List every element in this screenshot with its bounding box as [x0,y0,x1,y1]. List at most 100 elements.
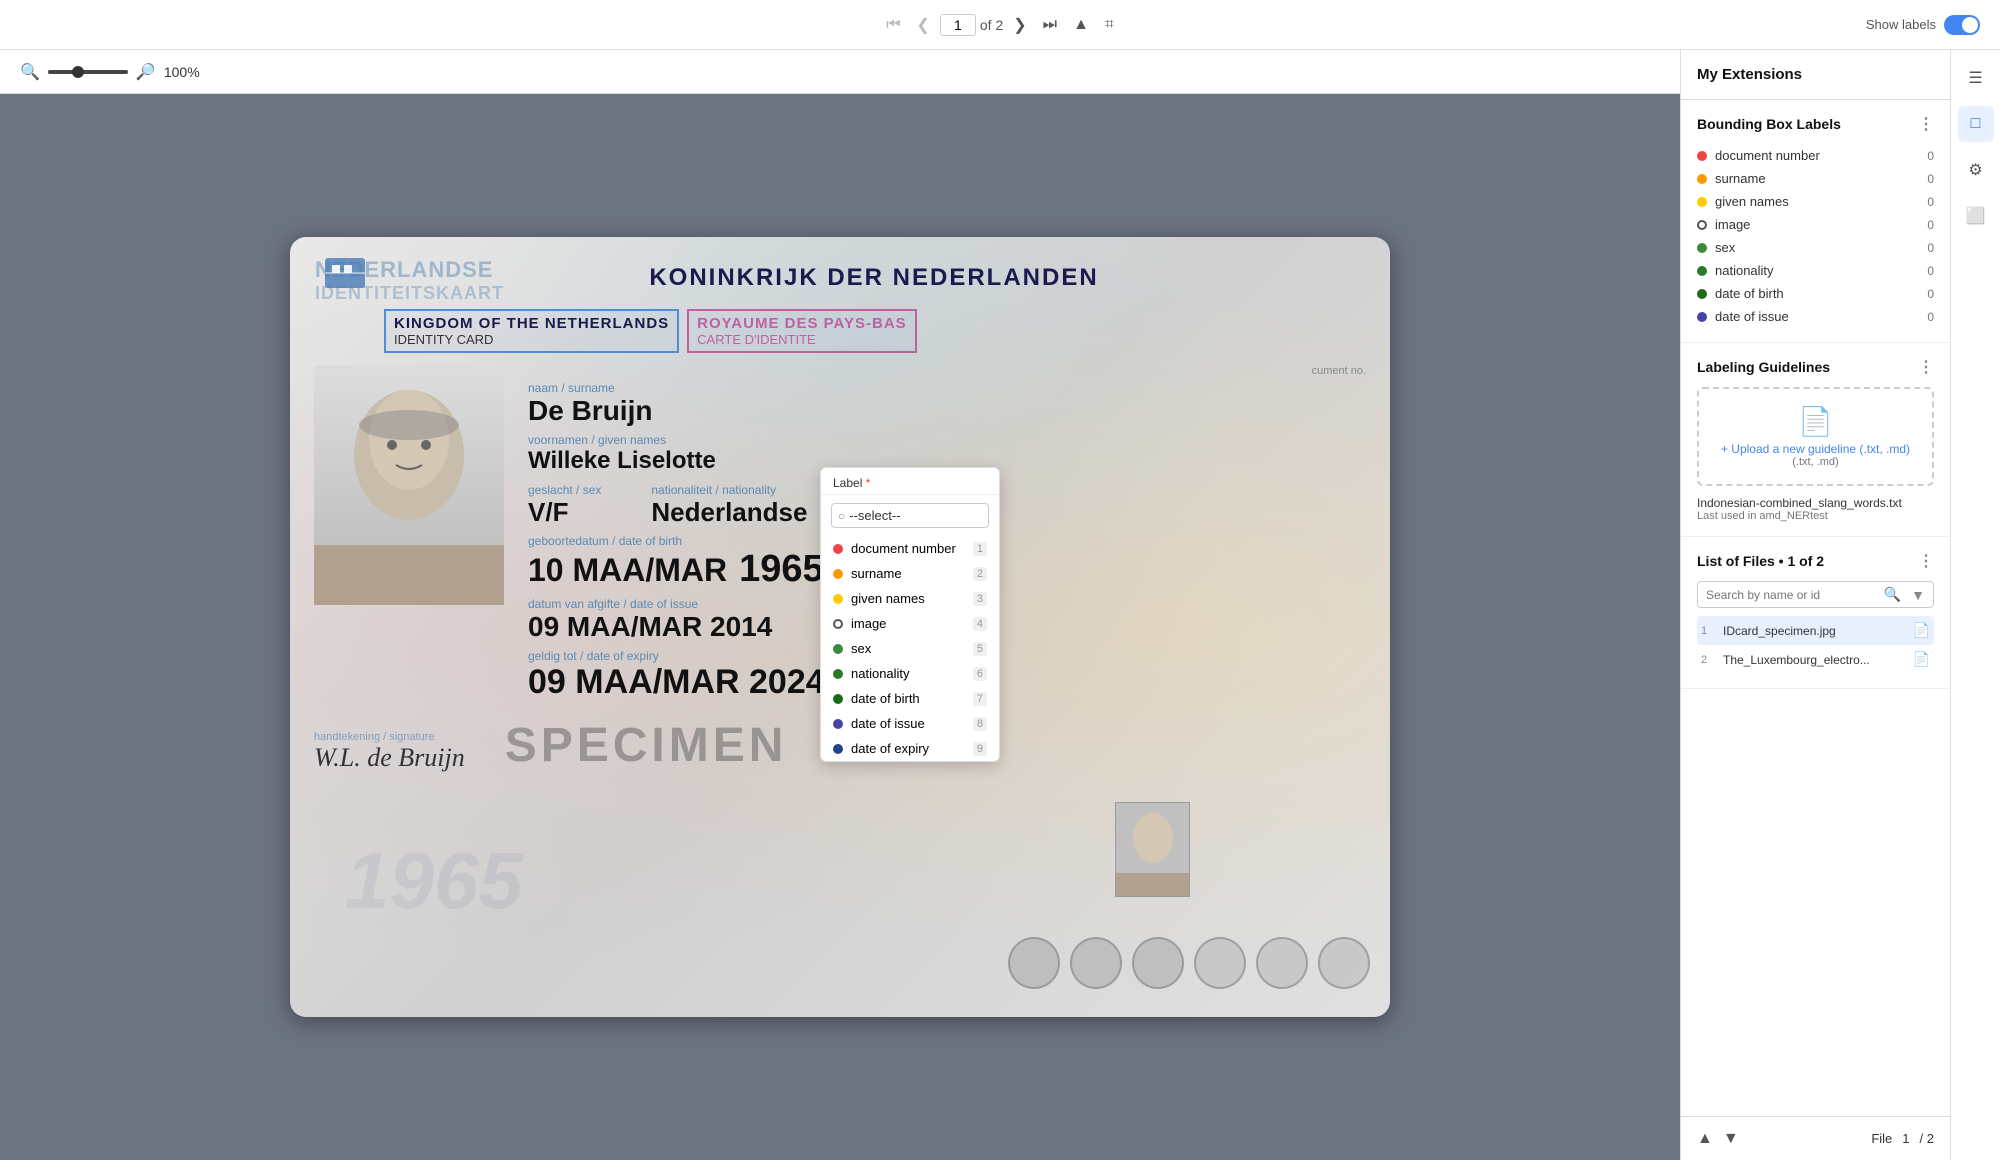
label-search-box: ○ [831,503,989,528]
bbox-title: Bounding Box Labels ⋮ [1697,114,1934,134]
label-name-given-names: given names [1715,194,1789,209]
popup-label-text: Label [833,476,862,490]
option-given-names[interactable]: given names 3 [821,586,999,611]
doc-no-area: cument no. [528,365,1366,377]
label-search-input[interactable] [849,508,982,523]
prev-page-button[interactable]: ❮ [910,11,935,39]
files-section-title: List of Files • 1 of 2 [1697,553,1824,569]
zoom-in-icon[interactable]: 🔎 [136,62,156,82]
page-number-input[interactable] [940,14,976,36]
files-menu-icon[interactable]: ⋮ [1918,551,1934,571]
file-icon-2: 📄 [1913,651,1930,668]
shortcut-5: 5 [973,642,987,656]
dot-image [833,619,843,629]
subtitle-fr: CARTE D'IDENTITE [697,332,907,347]
right-sidebar: ☰ □ ⚙ ⬜ [1950,50,2000,1160]
option-date-of-issue[interactable]: date of issue 8 [821,711,999,736]
shortcut-8: 8 [973,717,987,731]
next-page-button[interactable]: ❯ [1007,11,1032,39]
id-card: NEDERLANDSE IDENTITEITSKAART 1965 [290,237,1390,1017]
label-name-surname: surname [1715,171,1766,186]
security-circle-3 [1132,937,1184,989]
count-image: 0 [1927,218,1934,232]
extensions-title: My Extensions [1697,66,1802,83]
option-nationality[interactable]: nationality 6 [821,661,999,686]
surname-field: naam / surname De Bruijn [528,381,1366,427]
layout-button[interactable]: ⌗ [1099,12,1120,38]
nat-value: Nederlandse [651,497,807,528]
main-area: 🔍 🔎 100% NEDERLANDSE IDENTITEITSKAART 19… [0,50,2000,1160]
file-item-1[interactable]: 1 IDcard_specimen.jpg 📄 [1697,616,1934,645]
count-date-of-birth: 0 [1927,287,1934,301]
label-row-sex: sex 0 [1697,236,1934,259]
option-document-number[interactable]: document number 1 [821,536,999,561]
count-surname: 0 [1927,172,1934,186]
option-label-date-of-expiry: date of expiry [851,741,929,756]
title-fr: ROYAUME DES PAYS-BAS [697,315,907,332]
bbox-en: KINGDOM OF THE NETHERLANDS IDENTITY CARD [384,309,679,353]
koninkrijk-title: KONINKRIJK DER NEDERLANDEN [382,264,1366,292]
option-label-sex: sex [851,641,871,656]
option-surname[interactable]: surname 2 [821,561,999,586]
guidelines-upload-text[interactable]: + Upload a new guideline (.txt, .md) [1715,442,1916,456]
file-filter-icon[interactable]: ▼ [1911,587,1925,603]
page-of-label: of 2 [980,17,1003,33]
file-num-2: 2 [1701,654,1715,666]
sidebar-icon-grid[interactable]: ⬜ [1958,198,1994,234]
dot-given-panel [1697,197,1707,207]
surname-value: De Bruijn [528,395,1366,427]
shortcut-7: 7 [973,692,987,706]
option-label-given-names: given names [851,591,925,606]
dot-nationality [833,669,843,679]
file-name-2: The_Luxembourg_electro... [1723,653,1905,667]
panel-content: Bounding Box Labels ⋮ document number 0 … [1681,100,1950,1116]
option-image[interactable]: image 4 [821,611,999,636]
title-en: KINGDOM OF THE NETHERLANDS [394,315,669,332]
sex-field: geslacht / sex V/F [528,483,601,528]
file-search-input[interactable] [1706,588,1878,602]
count-document-number: 0 [1927,149,1934,163]
top-toolbar: ⏮ ❮ of 2 ❯ ⏭ ▲ ⌗ Show labels [0,0,2000,50]
bbox-menu-icon[interactable]: ⋮ [1918,114,1934,134]
guidelines-subtext: (.txt, .md) [1715,456,1916,468]
security-circle-5 [1256,937,1308,989]
shortcut-1: 1 [973,542,987,556]
option-date-of-birth[interactable]: date of birth 7 [821,686,999,711]
guidelines-menu-icon[interactable]: ⋮ [1918,357,1934,377]
option-date-of-expiry[interactable]: date of expiry 9 [821,736,999,761]
nav-down-button[interactable]: ▼ [1723,1130,1739,1148]
nav-up-button[interactable]: ▲ [1697,1130,1713,1148]
option-sex[interactable]: sex 5 [821,636,999,661]
doc-no-label: cument no. [1312,365,1366,377]
guidelines-file-area: Indonesian-combined_slang_words.txt Last… [1697,496,1934,522]
last-page-button[interactable]: ⏭ [1037,12,1063,38]
sidebar-icon-settings[interactable]: ⚙ [1958,152,1994,188]
expand-button[interactable]: ▲ [1067,12,1095,38]
show-labels-toggle[interactable] [1944,15,1980,35]
specimen-area: SPECIMEN [505,718,788,773]
specimen-text: SPECIMEN [505,719,788,772]
shortcut-3: 3 [973,592,987,606]
file-search-icon[interactable]: 🔍 [1884,586,1901,603]
shortcut-4: 4 [973,617,987,631]
first-page-button[interactable]: ⏮ [880,12,906,38]
extensions-header: My Extensions [1681,50,1950,100]
bbox-section: Bounding Box Labels ⋮ document number 0 … [1681,100,1950,343]
toolbar-right: Show labels [1866,15,1980,35]
file-item-2[interactable]: 2 The_Luxembourg_electro... 📄 [1697,645,1934,674]
file-name-1: IDcard_specimen.jpg [1723,624,1905,638]
option-label-image: image [851,616,886,631]
given-names-label: voornamen / given names [528,433,1366,447]
page-navigation: ⏮ ❮ of 2 ❯ ⏭ ▲ ⌗ [880,11,1120,39]
guidelines-upload-area[interactable]: 📄 + Upload a new guideline (.txt, .md) (… [1697,387,1934,486]
bbox-labels-list: document number 0 surname 0 given names … [1697,144,1934,328]
zoom-slider-thumb[interactable] [72,66,84,78]
zoom-percent: 100% [164,64,200,80]
sidebar-icon-label[interactable]: □ [1958,106,1994,142]
zoom-slider[interactable] [48,70,128,74]
label-name-date-of-issue: date of issue [1715,309,1789,324]
dot-issue-panel [1697,312,1707,322]
surname-label: naam / surname [528,381,1366,395]
sidebar-icon-cursor[interactable]: ☰ [1958,60,1994,96]
zoom-out-icon[interactable]: 🔍 [20,62,40,82]
